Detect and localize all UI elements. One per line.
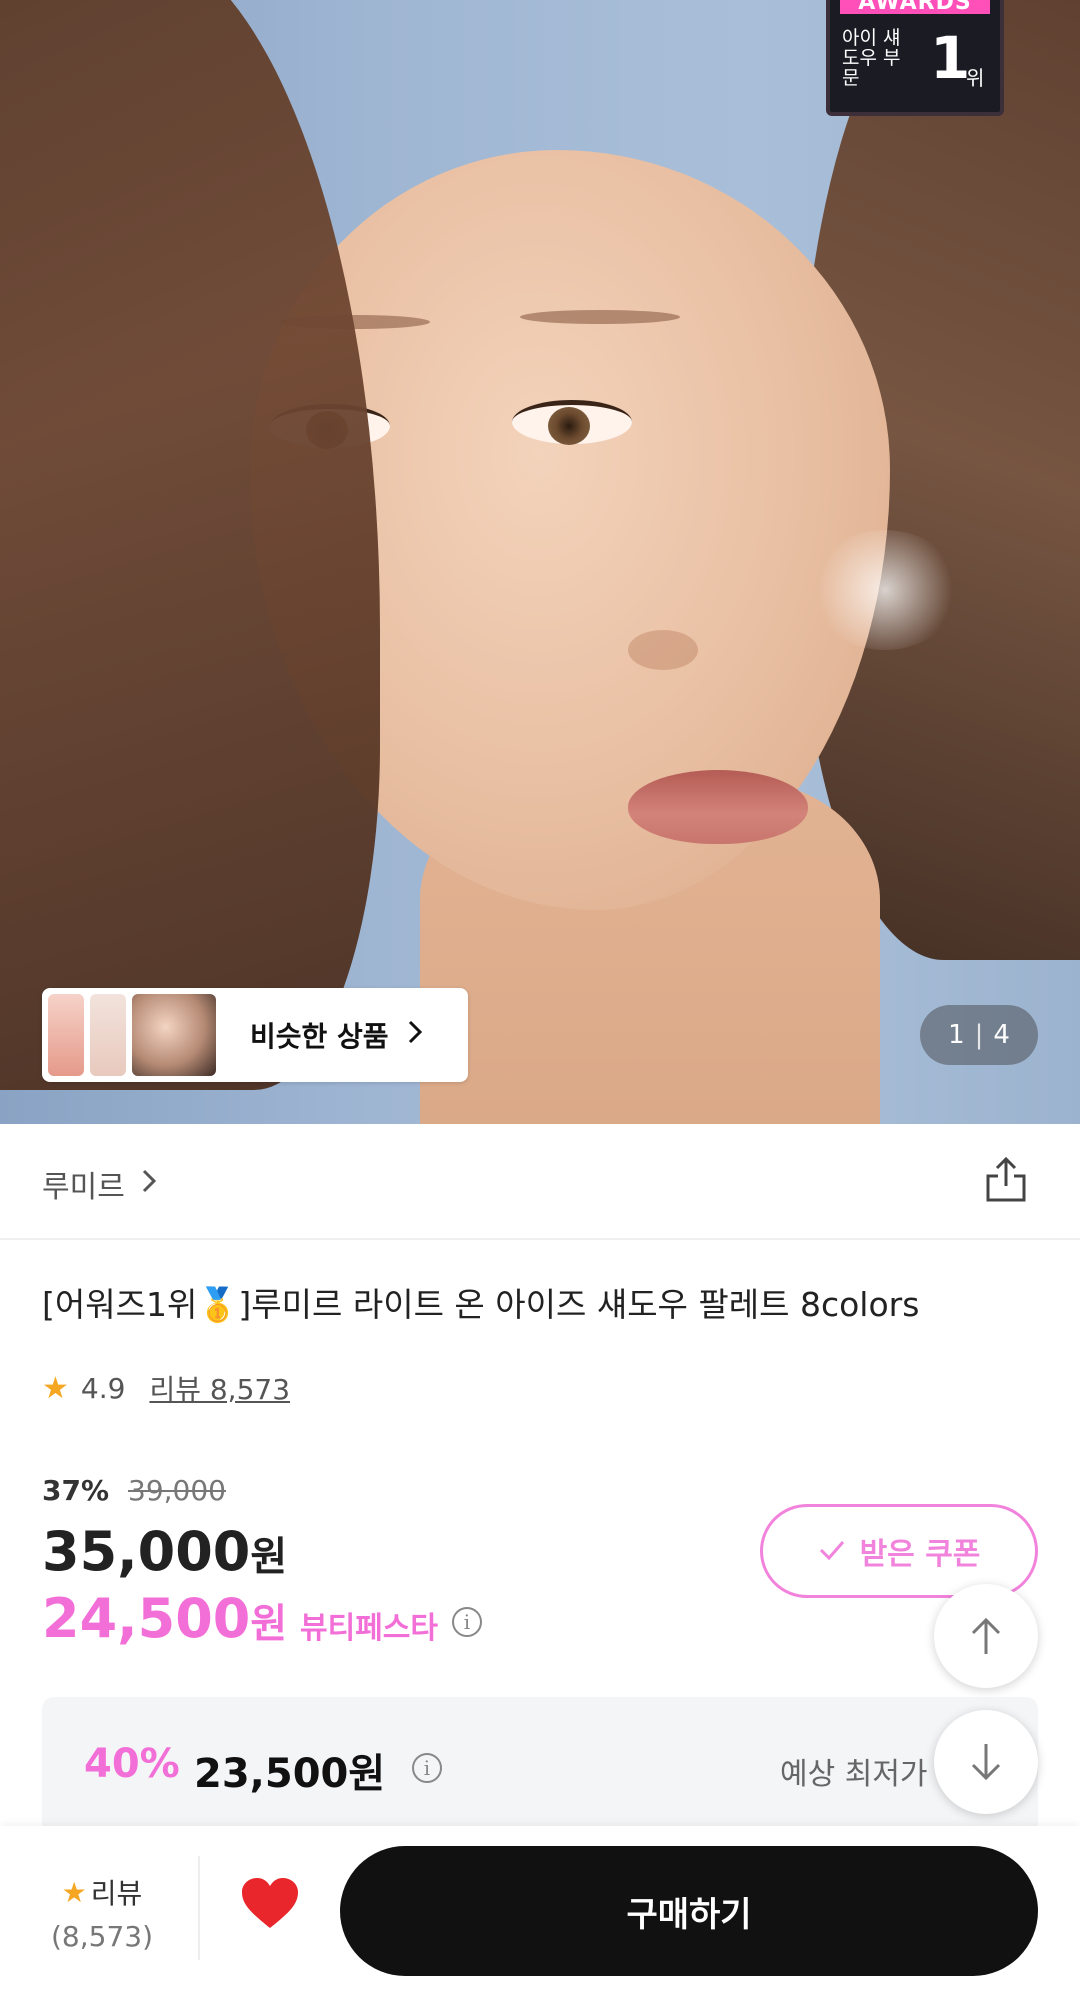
eye-right (512, 400, 632, 445)
festa-label: 뷰티페스타 (300, 1611, 438, 1646)
chevron-right-icon (407, 1018, 423, 1053)
sale-price: 35,000원 (42, 1520, 287, 1583)
review-count: (8,573) (50, 1920, 153, 1953)
scroll-down-button[interactable] (934, 1710, 1038, 1814)
brand-name: 루미르 (42, 1170, 125, 1205)
heart-icon (242, 1878, 298, 1928)
award-rank-unit: 위 (966, 66, 985, 90)
bottom-action-bar: ★ 리뷰 (8,573) 구매하기 (0, 1826, 1080, 1996)
scroll-up-button[interactable] (934, 1584, 1038, 1688)
page-separator: | (974, 1020, 984, 1050)
page-current: 1 (948, 1020, 965, 1050)
festa-price-value: 24,500 (42, 1587, 251, 1650)
brand-row: 루미르 (0, 1124, 1080, 1240)
lowest-discount: 40% (84, 1741, 180, 1787)
share-icon[interactable] (984, 1156, 1028, 1204)
coupon-button[interactable]: 받은 쿠폰 (760, 1504, 1038, 1598)
similar-thumb (132, 994, 216, 1076)
arrow-up-icon (971, 1617, 1001, 1654)
bottom-review-button[interactable]: ★ 리뷰 (8,573) (42, 1872, 162, 1954)
award-category: 아이 섀도우 부문 (842, 27, 901, 89)
similar-products-label: 비슷한 상품 (250, 1020, 389, 1053)
festa-price: 24,500원 (42, 1587, 287, 1650)
product-title: [어워즈1위🥇]루미르 라이트 온 아이즈 섀도우 팔레트 8colors (42, 1285, 920, 1324)
brow-right (520, 310, 680, 324)
discount-rate: 37% (42, 1474, 110, 1507)
award-title: AWARDS (840, 0, 990, 14)
similar-products-button[interactable]: 비슷한 상품 (42, 988, 468, 1082)
page-total: 4 (993, 1020, 1010, 1050)
brand-link[interactable]: 루미르 (42, 1162, 157, 1206)
hair-left (0, 0, 380, 1090)
award-rank: 1 (930, 24, 971, 92)
image-page-indicator: 1 | 4 (920, 1005, 1038, 1065)
currency-unit: 원 (250, 1534, 288, 1580)
product-image[interactable]: AWARDS 아이 섀도우 부문 1 위 비슷한 상품 1 | 4 (0, 0, 1080, 1124)
sale-price-value: 35,000 (42, 1520, 251, 1583)
review-link[interactable]: 리뷰 8,573 (149, 1368, 290, 1408)
similar-thumb (48, 994, 84, 1076)
star-icon: ★ (42, 1370, 69, 1406)
review-label: 리뷰 (90, 1877, 143, 1910)
coupon-label: 받은 쿠폰 (859, 1537, 981, 1572)
lowest-price-label: 예상 최저가 (780, 1757, 928, 1792)
currency-unit: 원 (250, 1601, 288, 1647)
rating-row: ★ 4.9 리뷰 8,573 (42, 1368, 290, 1408)
star-icon: ★ (61, 1875, 87, 1909)
buy-button[interactable]: 구매하기 (340, 1846, 1038, 1976)
chevron-right-icon (141, 1167, 157, 1202)
lowest-price: 23,500원 (194, 1751, 386, 1797)
divider (198, 1856, 200, 1960)
original-price: 39,000 (128, 1474, 226, 1507)
arrow-down-icon (971, 1744, 1001, 1781)
check-icon (818, 1534, 846, 1569)
rating-score: 4.9 (80, 1371, 126, 1405)
info-icon[interactable]: i (412, 1753, 442, 1783)
lips (628, 770, 808, 844)
nose (628, 630, 698, 670)
award-badge: AWARDS 아이 섀도우 부문 1 위 (826, 0, 1004, 116)
info-icon[interactable]: i (452, 1607, 482, 1637)
review-label-row: ★ 리뷰 (42, 1872, 162, 1912)
wishlist-heart-button[interactable] (240, 1876, 300, 1936)
cheek-highlight (810, 530, 960, 650)
similar-thumb (90, 994, 126, 1076)
